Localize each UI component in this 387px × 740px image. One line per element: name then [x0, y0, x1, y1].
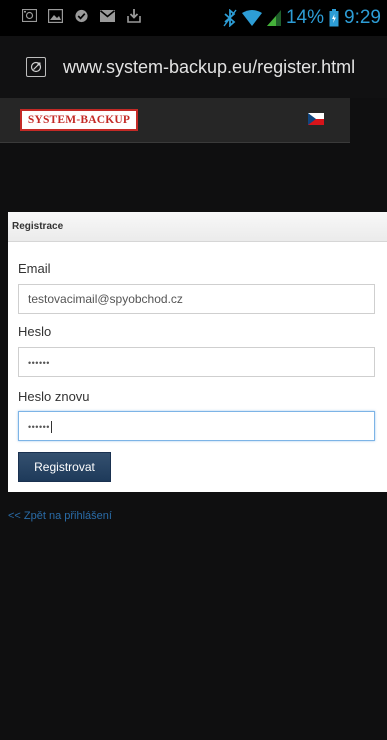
- back-to-login-link[interactable]: << Zpět na přihlášení: [8, 510, 112, 522]
- gmail-icon: [100, 8, 115, 23]
- password-value: ••••••: [28, 358, 50, 368]
- password-repeat-field[interactable]: ••••••: [18, 411, 375, 441]
- address-bar[interactable]: www.system-backup.eu/register.html: [0, 36, 387, 98]
- battery-percentage: 14%: [285, 7, 325, 28]
- site-header: SYSTEM-BACKUP: [0, 98, 350, 143]
- bluetooth-icon: [223, 9, 237, 27]
- password-label: Heslo: [18, 324, 52, 339]
- url-text[interactable]: www.system-backup.eu/register.html: [63, 57, 355, 78]
- panel-heading: Registrace: [8, 212, 387, 242]
- clock: 9:29: [344, 7, 381, 28]
- gallery-icon: [48, 8, 63, 23]
- register-button[interactable]: Registrovat: [18, 452, 111, 482]
- download-icon: [126, 8, 141, 23]
- email-field[interactable]: testovacimail@spyobchod.cz: [18, 284, 375, 314]
- screenshot-icon: [22, 8, 37, 23]
- status-bar: 14% 9:29: [0, 0, 387, 36]
- wifi-icon: [241, 10, 262, 26]
- email-label: Email: [18, 261, 51, 276]
- registration-panel: Registrace Email testovacimail@spyobchod…: [8, 212, 387, 492]
- check-cloud-icon: [74, 8, 89, 23]
- system-icons: 14% 9:29: [223, 5, 381, 31]
- browser-screen: 14% 9:29 www.system-backup.eu/register.h…: [0, 0, 387, 740]
- site-logo[interactable]: SYSTEM-BACKUP: [20, 109, 138, 131]
- battery-icon: [329, 9, 339, 27]
- password-repeat-value: ••••••: [28, 422, 50, 432]
- site-favicon-icon[interactable]: [26, 57, 46, 77]
- text-caret: [50, 420, 52, 433]
- signal-icon: [266, 10, 281, 26]
- cz-flag-icon[interactable]: [308, 112, 324, 125]
- password-repeat-label: Heslo znovu: [18, 389, 90, 404]
- password-field[interactable]: ••••••: [18, 347, 375, 377]
- notification-icons: [22, 8, 141, 23]
